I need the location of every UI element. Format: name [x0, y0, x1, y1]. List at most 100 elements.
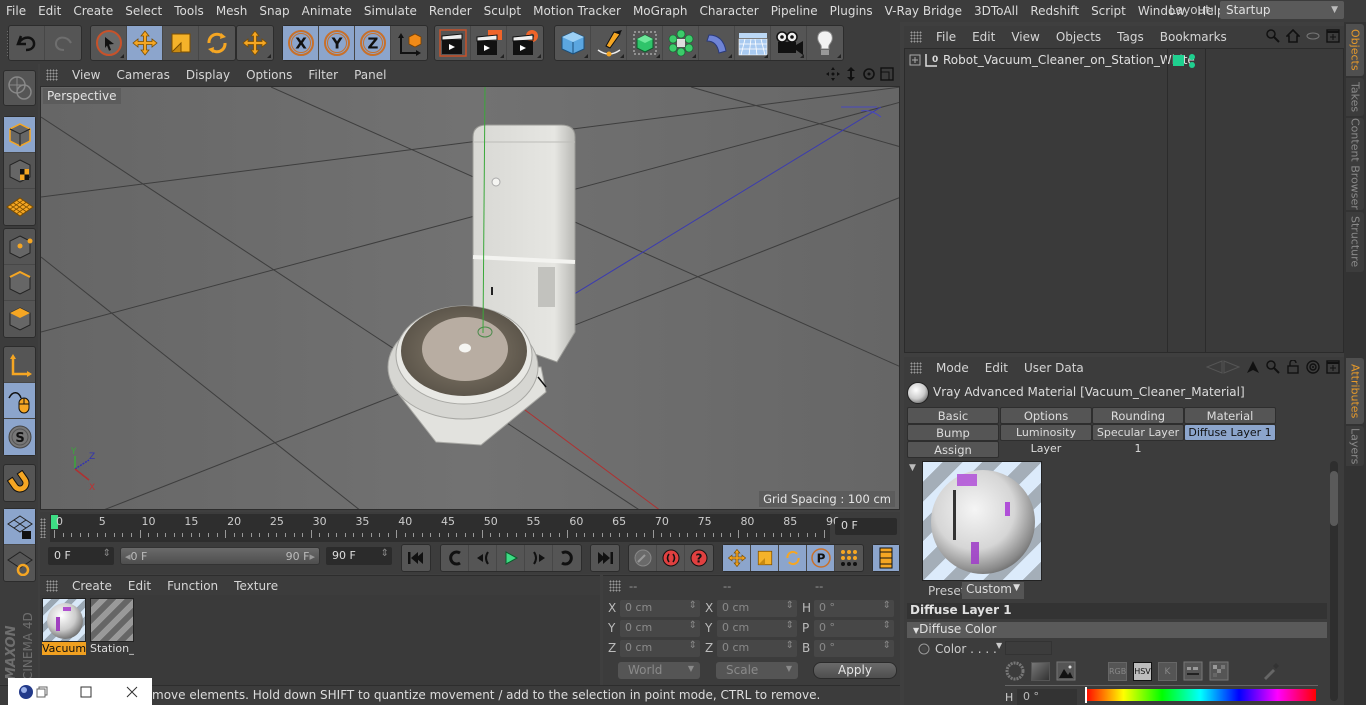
key-rotation-button[interactable]: [779, 545, 807, 571]
rotation-p-field[interactable]: 0 °: [814, 620, 894, 637]
scale-tool-button[interactable]: [163, 26, 199, 60]
swatches-icon[interactable]: [1209, 661, 1229, 681]
timeline-grip[interactable]: [40, 518, 46, 538]
menu-script[interactable]: Script: [1085, 4, 1132, 18]
menu-pipeline[interactable]: Pipeline: [765, 4, 824, 18]
previous-frame-button[interactable]: [469, 545, 497, 571]
menu-render[interactable]: Render: [423, 4, 478, 18]
object-name[interactable]: Robot_Vacuum_Cleaner_on_Station_White: [943, 53, 1195, 67]
subdivision-surface-button[interactable]: [627, 26, 663, 60]
points-mode-button[interactable]: [4, 229, 35, 265]
hue-field[interactable]: 0 °: [1017, 689, 1077, 705]
goto-start-button[interactable]: [402, 545, 430, 571]
expand-icon[interactable]: [909, 54, 921, 66]
preset-dropdown[interactable]: Custom ▼: [962, 582, 1024, 599]
viewport-menu-options[interactable]: Options: [238, 68, 300, 82]
maximize-view-icon[interactable]: [880, 67, 894, 81]
goto-end-button[interactable]: [591, 545, 619, 571]
workplane-mode-button[interactable]: [4, 189, 35, 225]
close-icon[interactable]: [126, 686, 138, 698]
live-selection-button[interactable]: [91, 26, 127, 60]
rotation-h-field[interactable]: 0 °: [814, 600, 894, 617]
y-axis-button[interactable]: Y: [319, 26, 355, 60]
autokey-button[interactable]: ?: [685, 545, 713, 571]
menu-mesh[interactable]: Mesh: [210, 4, 254, 18]
tab-rounding[interactable]: Rounding: [1092, 407, 1184, 424]
magnet-button[interactable]: [4, 465, 35, 501]
render-visibility-dot[interactable]: [1189, 62, 1195, 68]
pen-button[interactable]: [591, 26, 627, 60]
position-z-field[interactable]: 0 cm: [620, 640, 700, 657]
render-settings-button[interactable]: [507, 26, 543, 60]
lock-icon[interactable]: [1286, 360, 1300, 374]
eyedropper-icon[interactable]: [1261, 661, 1281, 681]
tab-diffuse-layer-1[interactable]: Diffuse Layer 1: [1184, 424, 1276, 441]
tab-luminosity-layer[interactable]: Luminosity Layer: [1000, 424, 1092, 455]
model-mode-button[interactable]: [4, 117, 35, 153]
viewport-menu-cameras[interactable]: Cameras: [108, 68, 177, 82]
motion-path-button[interactable]: [629, 545, 657, 571]
attributes-menu-mode[interactable]: Mode: [928, 361, 977, 375]
viewport-menu-filter[interactable]: Filter: [300, 68, 346, 82]
rotation-b-field[interactable]: 0 °: [814, 640, 894, 657]
attributes-menu-edit[interactable]: Edit: [977, 361, 1016, 375]
key-pla-button[interactable]: [835, 545, 863, 571]
menu-animate[interactable]: Animate: [296, 4, 358, 18]
size-x-field[interactable]: 0 cm: [717, 600, 797, 617]
key-position-button[interactable]: [723, 545, 751, 571]
pan-view-icon[interactable]: [826, 67, 840, 81]
editor-visibility-dot[interactable]: [1189, 54, 1195, 60]
viewport-menu-display[interactable]: Display: [178, 68, 238, 82]
side-tab-structure[interactable]: Structure: [1346, 212, 1364, 272]
preview-end-field[interactable]: 90 F ⇕: [326, 547, 392, 565]
object-menu-objects[interactable]: Objects: [1048, 30, 1109, 44]
material-item-station[interactable]: Station_: [90, 598, 134, 656]
tab-specular-layer-1[interactable]: Specular Layer 1: [1092, 424, 1184, 455]
edges-mode-button[interactable]: [4, 265, 35, 301]
play-forward-button[interactable]: [497, 545, 525, 571]
side-tab-layers[interactable]: Layers: [1346, 426, 1364, 466]
record-button[interactable]: [657, 545, 685, 571]
menu-motion-tracker[interactable]: Motion Tracker: [527, 4, 627, 18]
snap-button[interactable]: S: [4, 419, 35, 455]
redo-button[interactable]: [45, 26, 81, 60]
size-z-field[interactable]: 0 cm: [717, 640, 797, 657]
panel-grip[interactable]: [46, 579, 58, 592]
timeline-ruler[interactable]: 0 5 10 15 20 25 30 35 40 45 50 55 60 65 70 75 80 85 90: [50, 514, 840, 542]
new-panel-icon[interactable]: [1326, 29, 1340, 43]
polygons-mode-button[interactable]: [4, 301, 35, 337]
bend-deformer-button[interactable]: [699, 26, 735, 60]
kelvin-mode-button[interactable]: K: [1158, 661, 1177, 681]
diffuse-color-group[interactable]: ▼Diffuse Color: [907, 622, 1327, 638]
x-axis-button[interactable]: X: [283, 26, 319, 60]
animate-toggle-icon[interactable]: [918, 643, 930, 655]
light-button[interactable]: [807, 26, 843, 60]
z-axis-button[interactable]: Z: [355, 26, 391, 60]
new-panel-icon[interactable]: [1326, 360, 1340, 374]
menu-tools[interactable]: Tools: [168, 4, 210, 18]
apply-button[interactable]: Apply: [813, 662, 897, 679]
viewport-menu-view[interactable]: View: [64, 68, 108, 82]
render-view-button[interactable]: [435, 26, 471, 60]
search-icon[interactable]: [1266, 360, 1280, 374]
image-icon[interactable]: [1056, 661, 1076, 681]
undo-button[interactable]: [9, 26, 45, 60]
rgb-mode-button[interactable]: RGB: [1108, 661, 1127, 681]
tab-assign[interactable]: Assign: [907, 441, 999, 458]
menu-simulate[interactable]: Simulate: [358, 4, 423, 18]
hue-slider[interactable]: [1085, 687, 1316, 703]
current-frame-field[interactable]: 0 F: [835, 518, 897, 535]
material-menu-edit[interactable]: Edit: [120, 579, 159, 593]
rotate-tool-button[interactable]: [199, 26, 235, 60]
axis-mode-button[interactable]: [4, 347, 35, 383]
menu-snap[interactable]: Snap: [253, 4, 295, 18]
tab-basic[interactable]: Basic: [907, 407, 999, 424]
menu-plugins[interactable]: Plugins: [824, 4, 879, 18]
position-x-field[interactable]: 0 cm: [620, 600, 700, 617]
hue-slider-handle[interactable]: [1085, 687, 1087, 703]
menu-file[interactable]: File: [0, 4, 32, 18]
menu-mograph[interactable]: MoGraph: [627, 4, 694, 18]
tab-material-weight[interactable]: Material Weight: [1184, 407, 1276, 439]
object-menu-tags[interactable]: Tags: [1109, 30, 1152, 44]
hsv-mode-button[interactable]: HSV: [1133, 661, 1152, 681]
